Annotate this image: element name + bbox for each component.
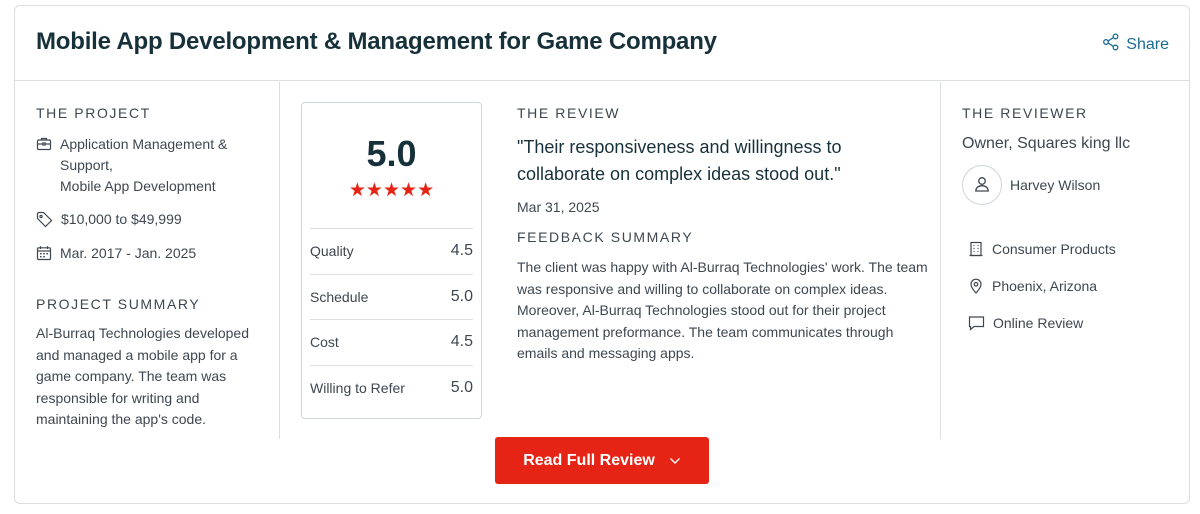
reviewer-industry: Consumer Products [968, 239, 1116, 263]
service-item: Mobile App Development [60, 178, 216, 194]
rating-value: 4.5 [450, 242, 473, 260]
rating-label: Quality [310, 243, 354, 260]
project-budget: $10,000 to $49,999 [36, 209, 182, 234]
feedback-summary-label: FEEDBACK SUMMARY [517, 229, 694, 245]
location-pin-icon [968, 276, 984, 300]
rating-breakdown: Quality 4.5 Schedule 5.0 Cost 4.5 Willin… [310, 228, 473, 410]
briefcase-icon [36, 134, 52, 158]
reviewer-name: Harvey Wilson [1010, 177, 1101, 193]
reviewer-location: Phoenix, Arizona [968, 276, 1097, 300]
rating-row-quality: Quality 4.5 [310, 228, 473, 274]
review-title: Mobile App Development & Management for … [36, 28, 717, 55]
star-icon: ★ [400, 180, 418, 201]
share-label: Share [1126, 35, 1169, 53]
star-icon: ★ [348, 180, 366, 201]
rating-box: 5.0 ★★★★★ Quality 4.5 Schedule 5.0 Cost … [301, 102, 482, 419]
rating-label: Schedule [310, 288, 369, 305]
reviewer-person: Harvey Wilson [962, 165, 1100, 205]
project-dates: Mar. 2017 - Jan. 2025 [36, 243, 196, 267]
review-section-label: THE REVIEW [517, 105, 621, 121]
feedback-summary-text: The client was happy with Al-Burraq Tech… [517, 259, 928, 361]
project-column: THE PROJECT Application Management & Sup… [15, 82, 280, 439]
building-icon [968, 239, 984, 263]
overall-rating: 5.0 [366, 133, 417, 174]
review-date: Mar 31, 2025 [517, 199, 600, 215]
review-quote: "Their responsiveness and willingness to… [517, 137, 842, 184]
reviewer-review-type: Online Review [968, 313, 1083, 337]
rating-row-willing-to-refer: Willing to Refer 5.0 [310, 364, 473, 411]
rating-value: 4.5 [450, 333, 473, 351]
reviewer-section-label: THE REVIEWER [962, 105, 1088, 121]
read-full-review-label: Read Full Review [523, 451, 655, 469]
rating-value: 5.0 [450, 287, 473, 305]
review-type-value: Online Review [993, 315, 1084, 331]
star-icon: ★ [365, 180, 383, 201]
rating-value: 5.0 [450, 378, 473, 396]
rating-row-cost: Cost 4.5 [310, 319, 473, 365]
project-section-label: THE PROJECT [36, 105, 151, 121]
star-icon: ★ [417, 180, 435, 201]
review-header: Mobile App Development & Management for … [15, 6, 1189, 81]
user-icon [973, 175, 991, 196]
chevron-down-icon [669, 452, 681, 470]
read-full-review-button[interactable]: Read Full Review [495, 437, 709, 484]
service-item: Application Management & [60, 136, 228, 152]
project-summary-text: Al-Burraq Technologies developed and man… [36, 325, 249, 427]
project-summary-label: PROJECT SUMMARY [36, 296, 201, 312]
reviewer-role: Owner, Squares king llc [962, 135, 1131, 152]
chat-bubble-icon [968, 313, 985, 337]
share-button[interactable]: Share [1102, 33, 1169, 56]
review-column: THE REVIEW "Their responsiveness and wil… [481, 82, 941, 439]
rating-label: Cost [310, 334, 339, 351]
project-services: Application Management & Support, Mobile… [36, 134, 266, 197]
price-tag-icon [36, 209, 53, 234]
service-item: Support, [60, 157, 113, 173]
rating-row-schedule: Schedule 5.0 [310, 273, 473, 320]
calendar-icon [36, 243, 52, 267]
avatar [962, 165, 1002, 205]
budget-value: $10,000 to $49,999 [61, 211, 182, 227]
rating-label: Willing to Refer [310, 379, 405, 396]
services-list: Application Management & Support, Mobile… [60, 134, 227, 197]
industry-value: Consumer Products [992, 241, 1116, 257]
dates-value: Mar. 2017 - Jan. 2025 [60, 245, 197, 261]
share-icon [1102, 33, 1120, 56]
review-card: Mobile App Development & Management for … [14, 5, 1190, 504]
star-icon: ★ [382, 180, 401, 201]
star-rating: ★★★★★ [302, 179, 481, 202]
location-value: Phoenix, Arizona [992, 278, 1098, 294]
